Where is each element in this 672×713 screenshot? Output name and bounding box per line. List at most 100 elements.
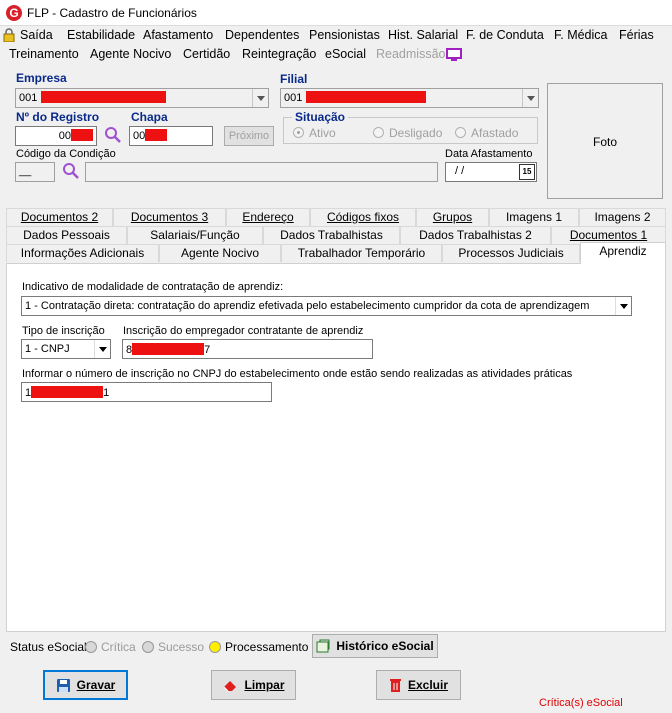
- excluir-button[interactable]: Excluir: [376, 670, 461, 700]
- empresa-label: Empresa: [16, 71, 67, 85]
- tab-documentos-2[interactable]: Documentos 2: [6, 208, 113, 226]
- chapa-input[interactable]: 00: [129, 126, 213, 146]
- tab-dados-trabalhistas-2[interactable]: Dados Trabalhistas 2: [400, 226, 551, 244]
- tab-processos-judiciais[interactable]: Processos Judiciais: [442, 244, 580, 262]
- inscricao-empregador-input[interactable]: 87: [122, 339, 373, 359]
- photo-box[interactable]: Foto: [547, 83, 663, 199]
- registro-value: 00: [58, 130, 71, 142]
- tab-imagens-2[interactable]: Imagens 2: [579, 208, 666, 226]
- menu-estabilidade[interactable]: Estabilidade: [67, 28, 135, 42]
- condicao-label: Código da Condição: [16, 148, 116, 160]
- status-dot-icon: [142, 641, 154, 653]
- menu-afastamento[interactable]: Afastamento: [143, 28, 213, 42]
- menu-bar-row-1: Saída Estabilidade Afastamento Dependent…: [0, 26, 672, 45]
- calendar-icon[interactable]: 15: [519, 164, 535, 180]
- search-icon[interactable]: [62, 162, 80, 180]
- status-sucesso-label: Sucesso: [158, 640, 205, 654]
- tipo-inscricao-select[interactable]: 1 - CNPJ: [21, 339, 111, 359]
- status-critica: Crítica: [85, 640, 136, 654]
- status-dot-icon: [209, 641, 221, 653]
- tab-salariais-funcao[interactable]: Salariais/Função: [127, 226, 263, 244]
- menu-ferias[interactable]: Férias: [619, 28, 654, 42]
- redaction-block: [145, 129, 168, 141]
- chevron-down-icon[interactable]: [252, 89, 268, 107]
- radio-icon: [455, 127, 466, 138]
- tab-documentos-3[interactable]: Documentos 3: [113, 208, 226, 226]
- tab-label: Agente Nocivo: [180, 246, 260, 260]
- chevron-down-icon[interactable]: [522, 89, 538, 107]
- menu-reintegracao[interactable]: Reintegração: [242, 47, 316, 61]
- tab-label: Dados Trabalhistas 2: [419, 228, 532, 242]
- menu-f-medica[interactable]: F. Médica: [554, 28, 608, 42]
- proximo-button[interactable]: Próximo: [224, 126, 274, 146]
- tab-trabalhador-temporario[interactable]: Trabalhador Temporário: [281, 244, 442, 262]
- cnpj-end: 1: [103, 387, 110, 399]
- window-title: FLP - Cadastro de Funcionários: [27, 6, 197, 20]
- critica-esocial-link[interactable]: Crítica(s) eSocial: [539, 697, 623, 709]
- menu-certidao[interactable]: Certidão: [183, 47, 230, 61]
- tab-informacoes-adicionais[interactable]: Informações Adicionais: [6, 244, 159, 262]
- menu-esocial[interactable]: eSocial: [325, 47, 366, 61]
- tab-label: Trabalhador Temporário: [297, 246, 426, 260]
- title-bar: G FLP - Cadastro de Funcionários: [0, 0, 672, 26]
- monitor-icon[interactable]: [446, 48, 462, 61]
- tab-label: Endereço: [242, 210, 294, 224]
- filial-select[interactable]: 001: [280, 88, 539, 108]
- status-esocial-label: Status eSocial:: [10, 640, 91, 654]
- tipo-inscricao-value: 1 - CNPJ: [25, 343, 70, 355]
- history-icon: [316, 639, 330, 653]
- tab-label: Informações Adicionais: [20, 246, 145, 260]
- limpar-button[interactable]: Limpar: [211, 670, 296, 700]
- tab-agente-nocivo[interactable]: Agente Nocivo: [159, 244, 281, 262]
- historico-esocial-button[interactable]: Histórico eSocial: [312, 634, 438, 658]
- tab-label: Documentos 1: [569, 228, 648, 242]
- radio-ativo[interactable]: Ativo: [293, 126, 336, 140]
- search-icon[interactable]: [104, 126, 122, 144]
- modalidade-value: 1 - Contratação direta: contratação do a…: [25, 300, 590, 312]
- situacao-label: Situação: [292, 110, 349, 124]
- modalidade-select[interactable]: 1 - Contratação direta: contratação do a…: [21, 296, 632, 316]
- menu-f-conduta[interactable]: F. de Conduta: [466, 28, 544, 42]
- menu-hist-salarial[interactable]: Hist. Salarial: [388, 28, 458, 42]
- radio-afastado[interactable]: Afastado: [455, 126, 518, 140]
- radio-ativo-label: Ativo: [309, 126, 336, 140]
- chevron-down-icon[interactable]: [94, 340, 110, 358]
- afastamento-date-input[interactable]: / / 15: [445, 162, 537, 182]
- redaction-block: [31, 386, 104, 398]
- chevron-down-icon[interactable]: [615, 297, 631, 315]
- menu-dependentes[interactable]: Dependentes: [225, 28, 299, 42]
- registro-input[interactable]: 00: [15, 126, 97, 146]
- tab-grupos[interactable]: Grupos: [416, 208, 489, 226]
- tab-label: Documentos 2: [20, 210, 99, 224]
- tab-dados-pessoais[interactable]: Dados Pessoais: [6, 226, 127, 244]
- tab-label: Dados Trabalhistas: [280, 228, 383, 242]
- menu-pensionistas[interactable]: Pensionistas: [309, 28, 380, 42]
- tab-label: Documentos 3: [130, 210, 209, 224]
- cnpj-estabelecimento-input[interactable]: 11: [21, 382, 272, 402]
- redaction-block: [132, 343, 205, 355]
- menu-saida[interactable]: Saída: [20, 28, 53, 42]
- tab-endereco[interactable]: Endereço: [226, 208, 310, 226]
- status-dot-icon: [85, 641, 97, 653]
- condicao-value: __: [19, 165, 32, 177]
- tab-label: Códigos fixos: [326, 210, 400, 224]
- tab-dados-trabalhistas[interactable]: Dados Trabalhistas: [263, 226, 400, 244]
- radio-desligado[interactable]: Desligado: [373, 126, 442, 140]
- menu-agente-nocivo[interactable]: Agente Nocivo: [90, 47, 171, 61]
- redaction-block: [306, 91, 427, 103]
- tab-label: Grupos: [432, 210, 473, 224]
- tab-codigos-fixos[interactable]: Códigos fixos: [310, 208, 416, 226]
- chapa-label: Chapa: [131, 110, 168, 124]
- tab-label: Dados Pessoais: [23, 228, 110, 242]
- condicao-input[interactable]: __: [15, 162, 55, 182]
- gravar-button[interactable]: Gravar: [43, 670, 128, 700]
- tab-aprendiz[interactable]: Aprendiz: [580, 242, 666, 264]
- empresa-select[interactable]: 001: [15, 88, 269, 108]
- inscricao-end: 7: [204, 344, 211, 356]
- gravar-label: Gravar: [76, 678, 116, 692]
- tab-imagens-1[interactable]: Imagens 1: [489, 208, 579, 226]
- radio-icon: [373, 127, 384, 138]
- afastamento-label: Data Afastamento: [445, 148, 533, 160]
- inscricao-empregador-label: Inscrição do empregador contratante de a…: [123, 325, 364, 337]
- menu-treinamento[interactable]: Treinamento: [9, 47, 79, 61]
